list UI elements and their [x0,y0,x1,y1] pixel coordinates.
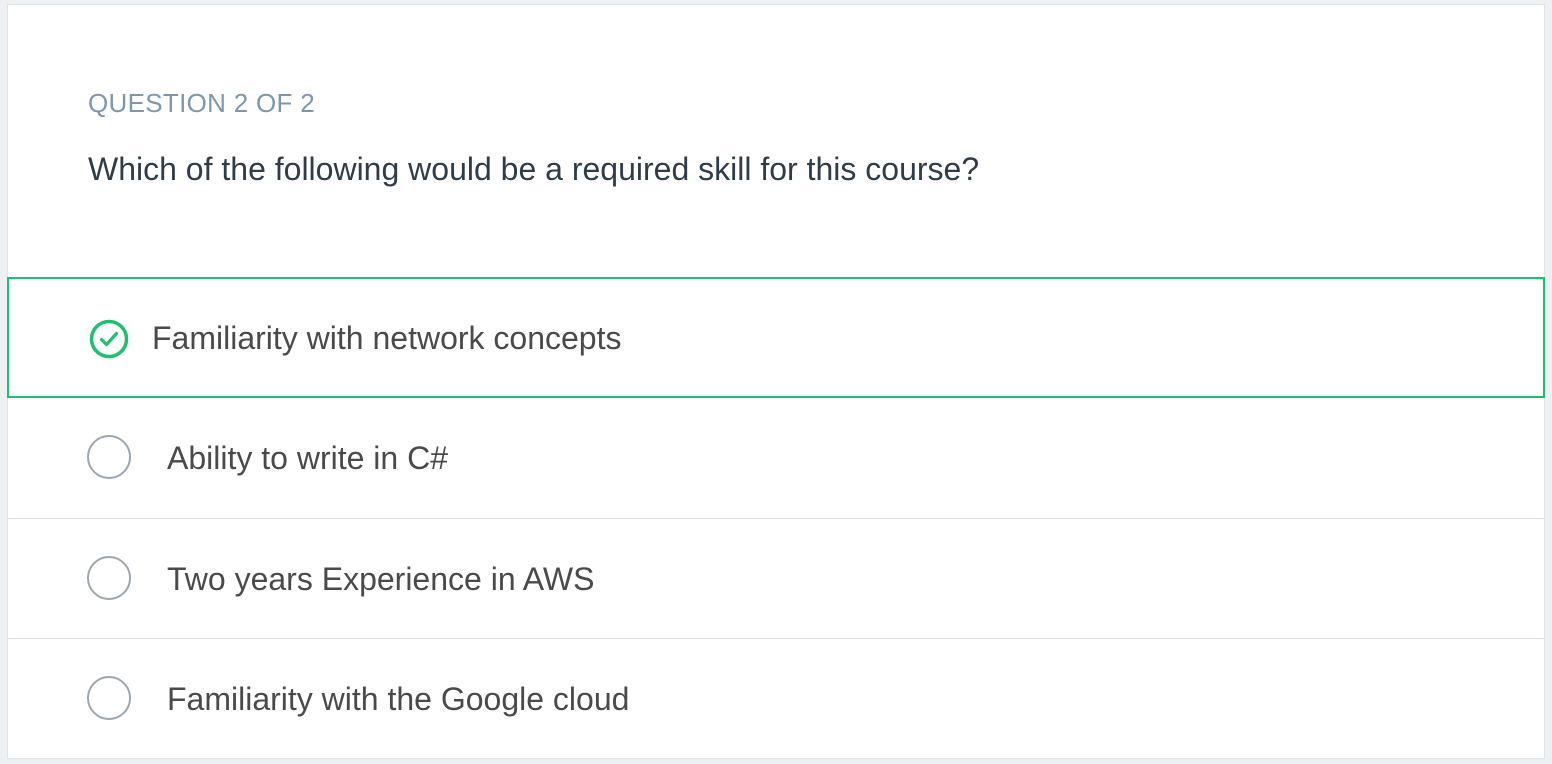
answer-option-3[interactable]: Two years Experience in AWS [7,518,1545,638]
answer-option-label: Familiarity with the Google cloud [167,681,630,717]
answer-option-label: Two years Experience in AWS [167,561,595,597]
answer-option-4[interactable]: Familiarity with the Google cloud [7,638,1545,758]
quiz-card: QUESTION 2 OF 2 Which of the following w… [7,4,1545,759]
question-header: QUESTION 2 OF 2 Which of the following w… [8,5,1544,277]
answer-options: Familiarity with network concepts Abilit… [7,277,1545,758]
radio-circle-icon[interactable] [87,435,131,479]
answer-option-label: Familiarity with network concepts [152,320,622,356]
answer-option-2[interactable]: Ability to write in C# [7,398,1545,518]
answer-option-label: Ability to write in C# [167,440,448,476]
answer-option-1[interactable]: Familiarity with network concepts [7,277,1545,398]
radio-circle-icon[interactable] [87,676,131,720]
radio-circle-icon[interactable] [87,556,131,600]
check-circle-icon [89,319,129,359]
question-counter: QUESTION 2 OF 2 [88,88,315,118]
question-text: Which of the following would be a requir… [88,151,980,187]
